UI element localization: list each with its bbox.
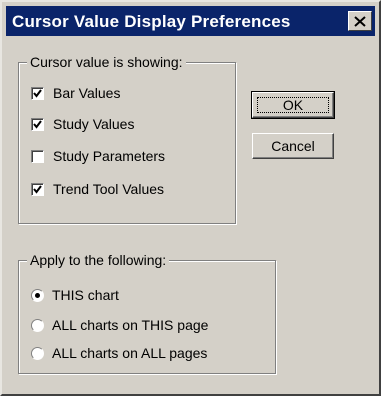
title-bar[interactable]: Cursor Value Display Preferences: [6, 6, 375, 36]
bar-values-label: Bar Values: [53, 85, 121, 101]
checkbox-box[interactable]: [31, 86, 44, 100]
all-charts-all-pages-label: ALL charts on ALL pages: [52, 345, 208, 361]
all-charts-all-pages-radio[interactable]: ALL charts on ALL pages: [31, 345, 207, 361]
close-button[interactable]: [348, 11, 372, 31]
apply-group-label: Apply to the following:: [27, 252, 170, 268]
checkbox-box[interactable]: [31, 182, 44, 196]
study-parameters-checkbox[interactable]: Study Parameters: [31, 148, 165, 164]
trend-tool-values-checkbox[interactable]: Trend Tool Values: [31, 181, 164, 197]
focus-rect: [257, 97, 329, 113]
cancel-button[interactable]: Cancel: [252, 133, 334, 159]
cancel-button-label: Cancel: [271, 138, 315, 154]
checkmark-icon: [33, 119, 42, 129]
checkbox-box[interactable]: [31, 117, 44, 131]
trend-tool-values-label: Trend Tool Values: [53, 181, 165, 197]
this-chart-radio[interactable]: THIS chart: [31, 287, 119, 303]
checkmark-icon: [33, 88, 42, 98]
close-icon: [354, 15, 366, 27]
radio-button[interactable]: [31, 288, 44, 302]
study-parameters-label: Study Parameters: [53, 148, 166, 164]
radio-button[interactable]: [31, 318, 44, 332]
study-values-checkbox[interactable]: Study Values: [31, 116, 134, 132]
checkmark-icon: [33, 184, 42, 194]
radio-button[interactable]: [31, 346, 44, 360]
all-charts-this-page-radio[interactable]: ALL charts on THIS page: [31, 317, 208, 333]
study-values-label: Study Values: [53, 116, 135, 132]
bar-values-checkbox[interactable]: Bar Values: [31, 85, 120, 101]
checkbox-box[interactable]: [31, 149, 44, 163]
cursor-value-group-label: Cursor value is showing:: [27, 54, 186, 70]
apply-group: Apply to the following: THIS chart ALL c…: [18, 252, 276, 374]
all-charts-this-page-label: ALL charts on THIS page: [52, 317, 209, 333]
preferences-dialog: Cursor Value Display Preferences Cursor …: [0, 0, 381, 396]
this-chart-label: THIS chart: [52, 287, 119, 303]
radio-selected-dot: [35, 292, 40, 298]
ok-button[interactable]: OK: [251, 91, 335, 119]
dialog-title: Cursor Value Display Preferences: [12, 12, 291, 31]
cursor-value-group: Cursor value is showing: Bar Values Stud…: [18, 54, 236, 224]
